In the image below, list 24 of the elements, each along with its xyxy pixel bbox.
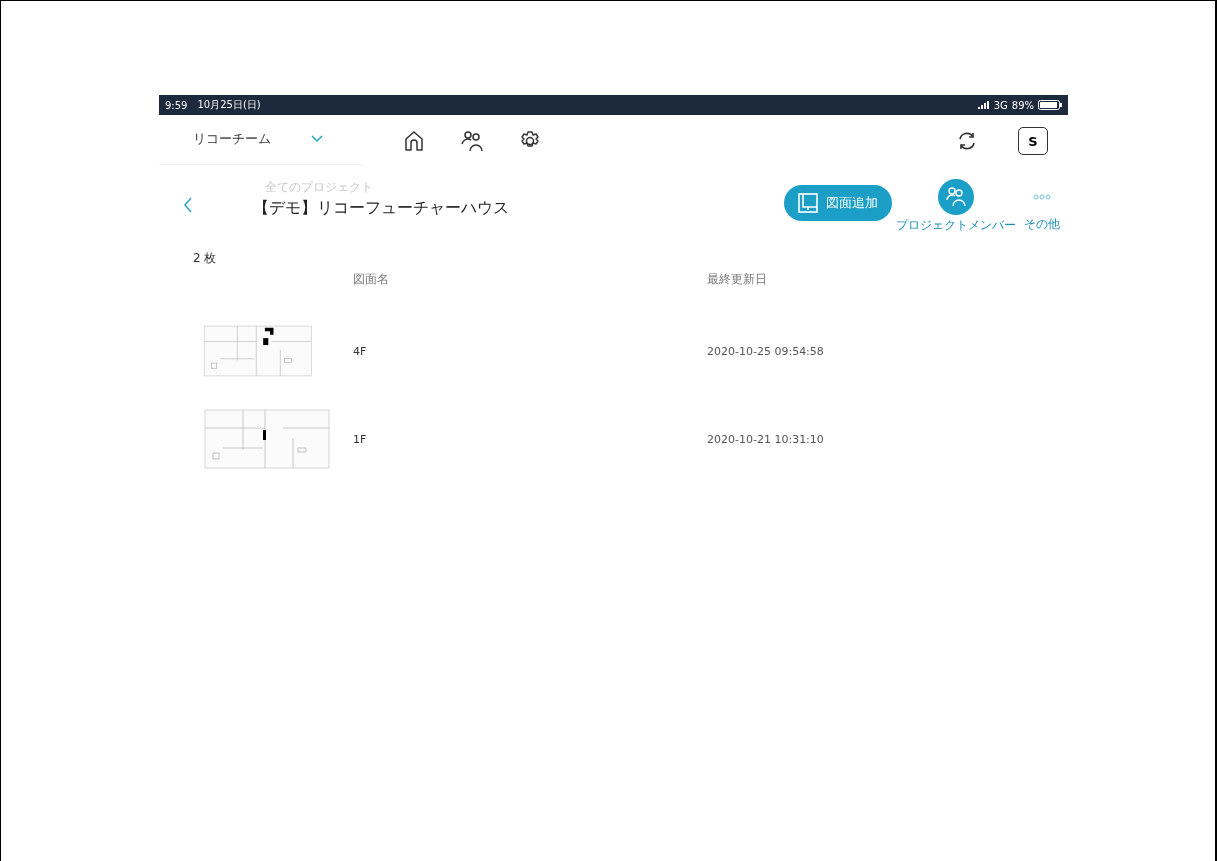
people-icon[interactable] — [461, 130, 483, 152]
drawing-name[interactable]: 1F — [353, 432, 707, 446]
avatar-button[interactable]: S — [1018, 127, 1048, 155]
members-icon[interactable] — [938, 179, 974, 215]
drawing-name[interactable]: 4F — [353, 344, 707, 358]
column-header: 最終更新日 — [707, 271, 768, 288]
drawing-count: 2 枚 — [193, 251, 217, 265]
updated-date: 2020-10-21 10:31:10 — [707, 432, 825, 446]
status-date: 10月25日(日) — [197, 98, 261, 112]
signal-icon — [977, 101, 990, 109]
battery-percent: 89% — [1011, 99, 1034, 111]
members-label[interactable]: プロジェクトメンバー — [896, 217, 1016, 234]
updated-date: 2020-10-25 09:54:58 — [707, 344, 825, 358]
status-time: 9:59 — [165, 99, 188, 111]
back-icon[interactable] — [183, 197, 193, 213]
column-header: 図面名 — [353, 271, 390, 288]
drawing-icon — [798, 193, 818, 213]
battery-icon — [1038, 100, 1062, 110]
network-label: 3G — [993, 99, 1008, 111]
more-label[interactable]: その他 — [1024, 216, 1060, 233]
home-icon[interactable] — [403, 130, 425, 152]
chevron-down-icon — [311, 134, 323, 143]
project-title: 【デモ】リコーフューチャーハウス — [253, 198, 509, 219]
sync-icon[interactable] — [956, 130, 978, 152]
